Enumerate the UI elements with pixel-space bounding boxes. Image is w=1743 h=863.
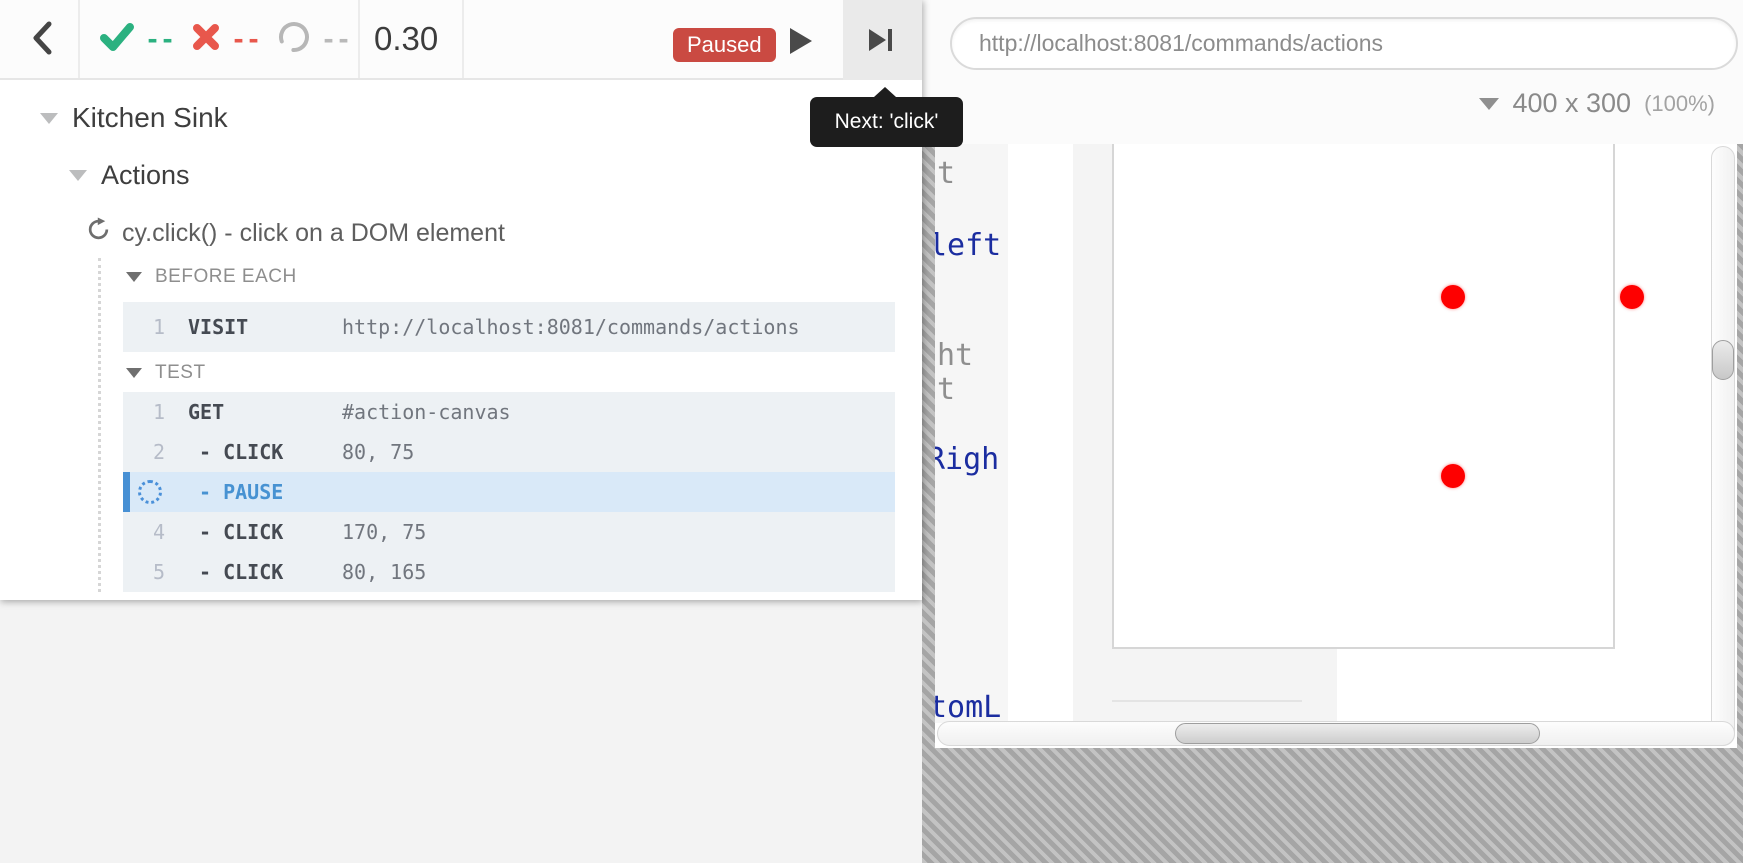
failed-stat: -- xyxy=(192,0,261,78)
click-dot xyxy=(1620,285,1644,309)
command-row-click[interactable]: 5 - CLICK 80, 165 xyxy=(123,552,895,592)
viewport-scale: (100%) xyxy=(1644,91,1715,117)
vertical-scrollbar-thumb[interactable] xyxy=(1712,340,1734,380)
hook-name: TEST xyxy=(155,362,206,384)
hook-indent-line xyxy=(98,258,101,592)
passed-stat: -- xyxy=(100,0,175,78)
tooltip-label: Next: 'click' xyxy=(835,110,939,134)
toolbar-divider xyxy=(78,0,80,78)
command-log-card: -- -- -- 0.30 Paused xyxy=(0,0,922,600)
code-fragment: t xyxy=(937,156,955,191)
resume-button[interactable] xyxy=(788,28,814,54)
cypress-test-runner: -- -- -- 0.30 Paused xyxy=(0,0,1743,863)
url-bar[interactable]: http://localhost:8081/commands/actions xyxy=(950,17,1738,70)
caret-down-icon xyxy=(69,170,87,181)
pending-circle-icon xyxy=(278,21,310,58)
pending-stat: -- xyxy=(278,0,351,78)
reporter-toolbar: -- -- -- 0.30 Paused xyxy=(0,0,922,80)
x-icon xyxy=(192,23,220,56)
preview-header: http://localhost:8081/commands/actions 4… xyxy=(922,0,1743,144)
app-preview-panel: http://localhost:8081/commands/actions 4… xyxy=(922,0,1743,863)
passed-count: -- xyxy=(145,25,175,54)
command-row-visit[interactable]: 1 VISIT http://localhost:8081/commands/a… xyxy=(123,302,895,352)
viewport-selector[interactable]: 400 x 300 (100%) xyxy=(1479,88,1715,119)
suite-actions[interactable]: Actions xyxy=(69,160,190,191)
test-title: cy.click() - click on a DOM element xyxy=(122,219,505,248)
command-row-click[interactable]: 4 - CLICK 170, 75 xyxy=(123,512,895,552)
command-row-get[interactable]: 1 GET #action-canvas xyxy=(123,392,895,432)
url-text: http://localhost:8081/commands/actions xyxy=(979,30,1383,56)
command-row-pause-active[interactable]: - PAUSE xyxy=(123,472,895,512)
command-method: - CLICK xyxy=(199,520,283,544)
pending-count: -- xyxy=(321,25,351,54)
spinner-icon xyxy=(138,480,162,504)
test-duration: 0.30 xyxy=(374,0,438,78)
next-command-tooltip: Next: 'click' xyxy=(810,97,963,147)
hook-name: BEFORE EACH xyxy=(155,266,297,288)
viewport-size: 400 x 300 xyxy=(1512,88,1631,119)
command-method: - CLICK xyxy=(199,560,283,584)
click-dot xyxy=(1441,285,1465,309)
suite-kitchen-sink[interactable]: Kitchen Sink xyxy=(40,102,228,134)
command-number: 5 xyxy=(133,560,165,584)
suite-title: Actions xyxy=(101,160,190,191)
check-icon xyxy=(100,22,134,57)
paused-status-badge: Paused xyxy=(673,28,776,62)
code-fragment: left xyxy=(935,228,1001,263)
command-method: - CLICK xyxy=(199,440,283,464)
refresh-icon xyxy=(86,217,111,249)
caret-down-icon xyxy=(126,368,142,378)
code-block-background xyxy=(1073,649,1337,723)
chevron-left-icon xyxy=(31,20,53,61)
code-fragment: tomL xyxy=(935,690,1001,725)
code-block-background xyxy=(1073,144,1112,649)
command-message: http://localhost:8081/commands/actions xyxy=(342,315,800,339)
caret-down-icon xyxy=(40,113,58,124)
command-message: 80, 165 xyxy=(342,560,426,584)
app-iframe: t left ht t Righ tomL xyxy=(935,144,1737,748)
code-fragment: t xyxy=(937,372,955,407)
divider-line xyxy=(1112,700,1302,702)
action-canvas[interactable] xyxy=(1112,144,1615,649)
vertical-scrollbar-track[interactable] xyxy=(1711,146,1735,746)
reporter-panel: -- -- -- 0.30 Paused xyxy=(0,0,922,863)
step-forward-icon xyxy=(869,29,895,51)
test-section-header[interactable]: TEST xyxy=(126,362,206,384)
code-fragment: ht xyxy=(937,338,973,373)
back-button[interactable] xyxy=(20,18,64,62)
command-row-click[interactable]: 2 - CLICK 80, 75 xyxy=(123,432,895,472)
command-method: VISIT xyxy=(188,315,248,339)
code-fragment: Righ xyxy=(935,442,999,477)
horizontal-scrollbar-thumb[interactable] xyxy=(1175,723,1540,744)
command-message: 80, 75 xyxy=(342,440,414,464)
step-next-button[interactable] xyxy=(843,0,922,80)
command-method: GET xyxy=(188,400,224,424)
command-message: 170, 75 xyxy=(342,520,426,544)
command-message: #action-canvas xyxy=(342,400,511,424)
toolbar-divider xyxy=(462,0,464,78)
command-number: 2 xyxy=(133,440,165,464)
command-number: 1 xyxy=(133,315,165,339)
before-each-section-header[interactable]: BEFORE EACH xyxy=(126,266,297,288)
command-number: 1 xyxy=(133,400,165,424)
caret-down-icon xyxy=(1479,98,1499,110)
test-cy-click[interactable]: cy.click() - click on a DOM element xyxy=(86,217,505,249)
toolbar-divider xyxy=(358,0,360,78)
command-number: 4 xyxy=(133,520,165,544)
suite-title: Kitchen Sink xyxy=(72,102,228,134)
caret-down-icon xyxy=(126,272,142,282)
click-dot xyxy=(1441,464,1465,488)
command-method: - PAUSE xyxy=(199,480,283,504)
failed-count: -- xyxy=(231,25,261,54)
